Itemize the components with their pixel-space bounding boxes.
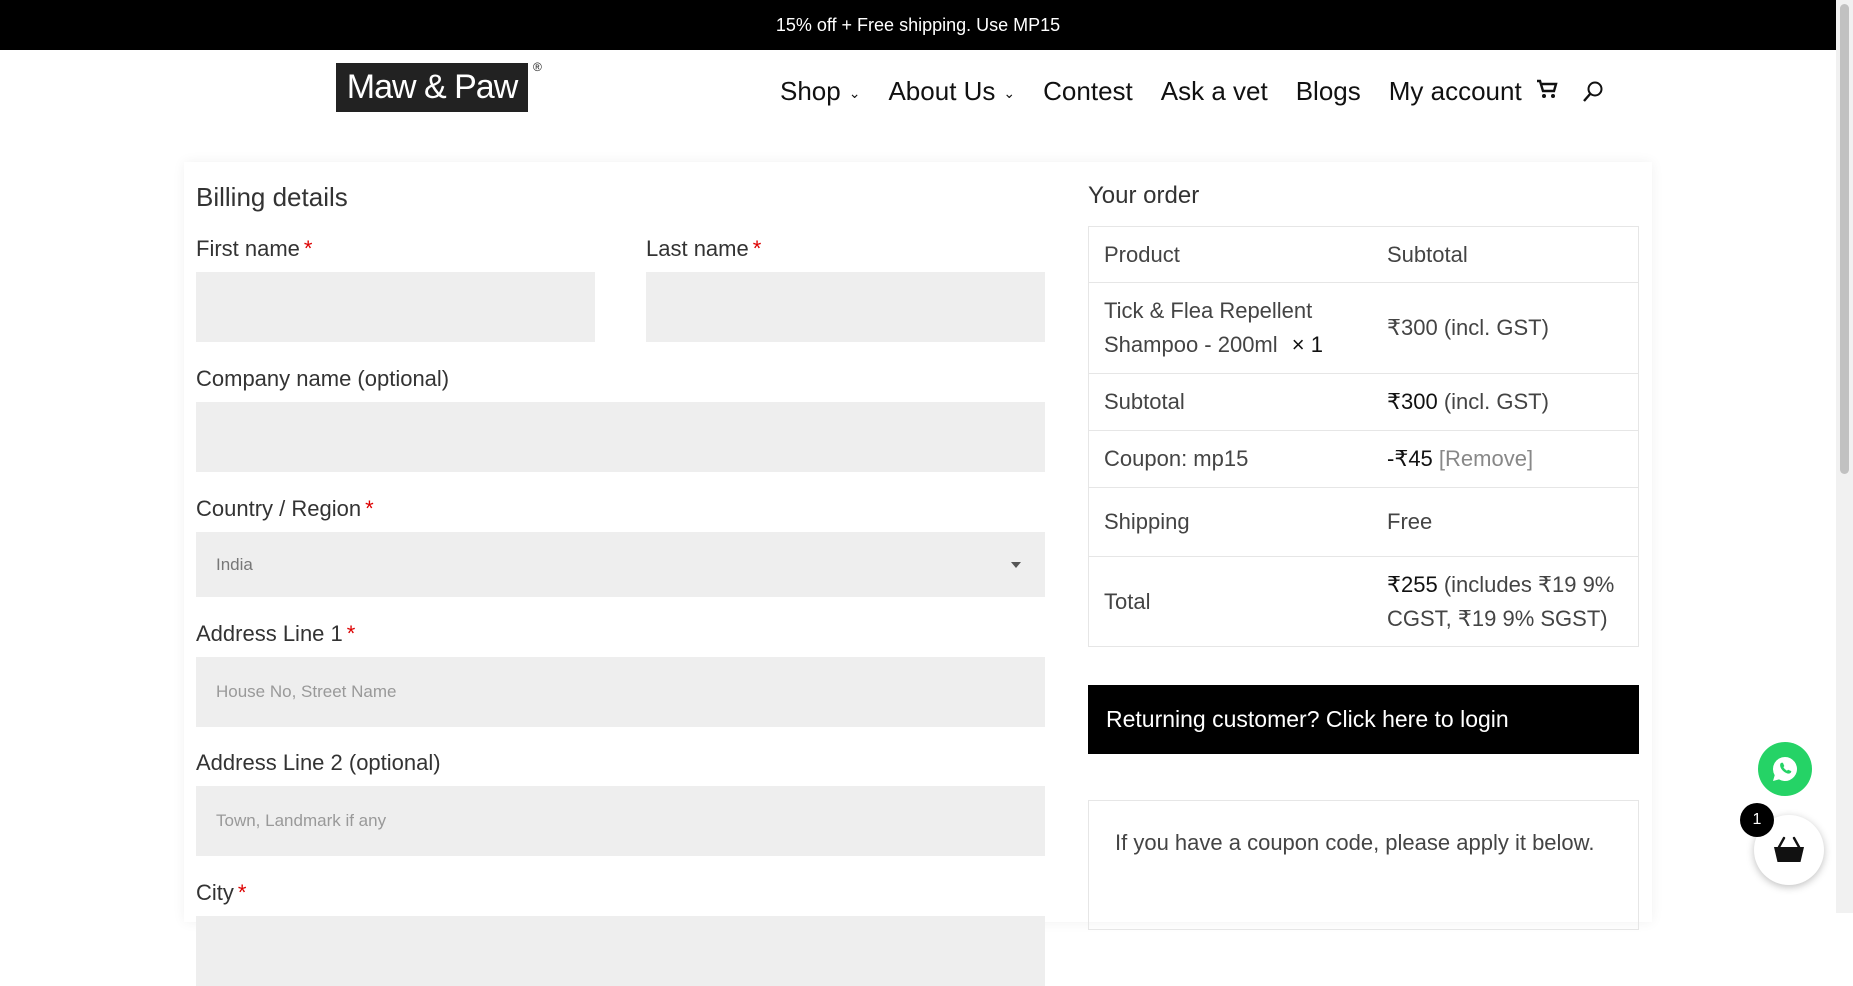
nav-shop[interactable]: Shop ⌄: [780, 76, 860, 107]
company-label: Company name (optional): [196, 366, 450, 391]
coupon-box-text: If you have a coupon code, please apply …: [1115, 830, 1595, 855]
basket-icon: [1774, 836, 1804, 862]
required-mark: *: [346, 621, 356, 646]
required-mark: *: [365, 496, 374, 521]
subtotal-row: Subtotal ₹300 (incl. GST): [1088, 373, 1639, 431]
chevron-down-icon: ⌄: [848, 85, 861, 101]
cart-count-badge: 1: [1740, 803, 1774, 837]
coupon-row: Coupon: mp15 -₹45 [Remove]: [1088, 430, 1639, 488]
subtotal-label: Subtotal: [1088, 373, 1372, 431]
last-name-label-text: Last name: [646, 236, 749, 261]
scrollbar[interactable]: [1836, 0, 1853, 913]
order-header-row: Product Subtotal: [1089, 227, 1639, 283]
city-label-text: City: [196, 880, 234, 905]
nav-blogs-label: Blogs: [1295, 76, 1361, 106]
coupon-box: If you have a coupon code, please apply …: [1088, 800, 1639, 930]
promo-text: 15% off + Free shipping. Use MP15: [775, 14, 1061, 35]
country-value: India: [216, 554, 253, 574]
whatsapp-button[interactable]: [1758, 742, 1812, 796]
billing-title: Billing details: [196, 182, 348, 212]
item-subtotal-cell: ₹300 (incl. GST): [1372, 282, 1639, 374]
address1-label: Address Line 1 *: [196, 621, 355, 647]
required-mark: *: [752, 236, 762, 261]
shipping-value: Free: [1372, 487, 1639, 557]
total-row: Total ₹255 (includes ₹19 9% CGST, ₹19 9%…: [1088, 556, 1639, 647]
site-logo[interactable]: Maw & Paw: [336, 63, 528, 112]
country-label: Country / Region *: [196, 496, 374, 522]
total-cell: ₹255 (includes ₹19 9% CGST, ₹19 9% SGST): [1372, 556, 1639, 647]
subtotal-value: ₹300: [1387, 389, 1438, 414]
address1-label-text: Address Line 1: [196, 621, 343, 646]
remove-coupon-link[interactable]: [Remove]: [1439, 446, 1533, 471]
subtotal-header: Subtotal: [1387, 241, 1468, 267]
search-icon[interactable]: [1582, 81, 1604, 103]
item-tax: (incl. GST): [1443, 315, 1549, 340]
required-mark: *: [237, 880, 247, 905]
logo-text: Maw & Paw: [346, 68, 518, 106]
promo-bar: 15% off + Free shipping. Use MP15: [0, 0, 1836, 50]
caret-down-icon: [1011, 561, 1021, 568]
shipping-label: Shipping: [1088, 487, 1372, 557]
last-name-input[interactable]: [646, 272, 1045, 342]
main-nav: Shop ⌄ About Us ⌄ Contest Ask a vet Blog…: [780, 76, 1628, 107]
site-header: Maw & Paw ® Shop ⌄ About Us ⌄ Contest As…: [0, 50, 1836, 140]
whatsapp-icon: [1772, 757, 1797, 781]
nav-my-account-label: My account: [1388, 76, 1522, 106]
item-name: Tick & Flea Repellent Shampoo - 200ml: [1104, 298, 1313, 357]
chevron-down-icon: ⌄: [1003, 85, 1016, 101]
order-summary-table: Product Subtotal Tick & Flea Repellent S…: [1088, 226, 1639, 647]
item-qty: × 1: [1291, 332, 1323, 357]
coupon-label: Coupon: mp15: [1088, 430, 1372, 488]
nav-about-label: About Us: [888, 76, 996, 106]
item-price: ₹300: [1387, 315, 1438, 340]
nav-ask-a-vet-label: Ask a vet: [1160, 76, 1268, 106]
subtotal-tax: (incl. GST): [1443, 389, 1549, 414]
total-label: Total: [1088, 556, 1372, 647]
order-item-row: Tick & Flea Repellent Shampoo - 200ml × …: [1088, 282, 1639, 374]
required-mark: *: [303, 236, 313, 261]
nav-blogs[interactable]: Blogs: [1296, 76, 1361, 107]
scrollbar-thumb[interactable]: [1840, 4, 1849, 474]
product-header: Product: [1104, 241, 1180, 267]
nav-contest-label: Contest: [1043, 76, 1133, 106]
address2-label: Address Line 2 (optional): [196, 750, 441, 775]
nav-my-account[interactable]: My account: [1389, 76, 1522, 107]
country-label-text: Country / Region: [196, 496, 362, 521]
last-name-label: Last name *: [646, 236, 761, 262]
shipping-row: Shipping Free: [1088, 487, 1639, 557]
first-name-input[interactable]: [196, 272, 595, 342]
coupon-cell: -₹45 [Remove]: [1372, 430, 1639, 488]
city-input[interactable]: [196, 916, 1045, 986]
city-label: City *: [196, 880, 246, 906]
first-name-label: First name *: [196, 236, 312, 262]
company-input[interactable]: [196, 402, 1045, 472]
nav-ask-a-vet[interactable]: Ask a vet: [1161, 76, 1268, 107]
first-name-label-text: First name: [196, 236, 300, 261]
cart-icon[interactable]: [1536, 79, 1558, 105]
country-select[interactable]: India: [196, 532, 1045, 597]
subtotal-cell: ₹300 (incl. GST): [1372, 373, 1639, 431]
coupon-value: -₹45: [1387, 446, 1433, 471]
address1-input[interactable]: [196, 657, 1045, 727]
order-title: Your order: [1088, 182, 1200, 209]
nav-shop-label: Shop: [780, 76, 841, 106]
registered-mark: ®: [533, 60, 542, 74]
returning-customer-login[interactable]: Returning customer? Click here to login: [1088, 685, 1639, 754]
total-value: ₹255: [1387, 571, 1438, 597]
nav-about-us[interactable]: About Us ⌄: [888, 76, 1015, 107]
order-item-cell: Tick & Flea Repellent Shampoo - 200ml × …: [1088, 282, 1372, 374]
address2-input[interactable]: [196, 786, 1045, 856]
nav-contest[interactable]: Contest: [1043, 76, 1133, 107]
login-bar-text: Returning customer? Click here to login: [1106, 706, 1509, 732]
